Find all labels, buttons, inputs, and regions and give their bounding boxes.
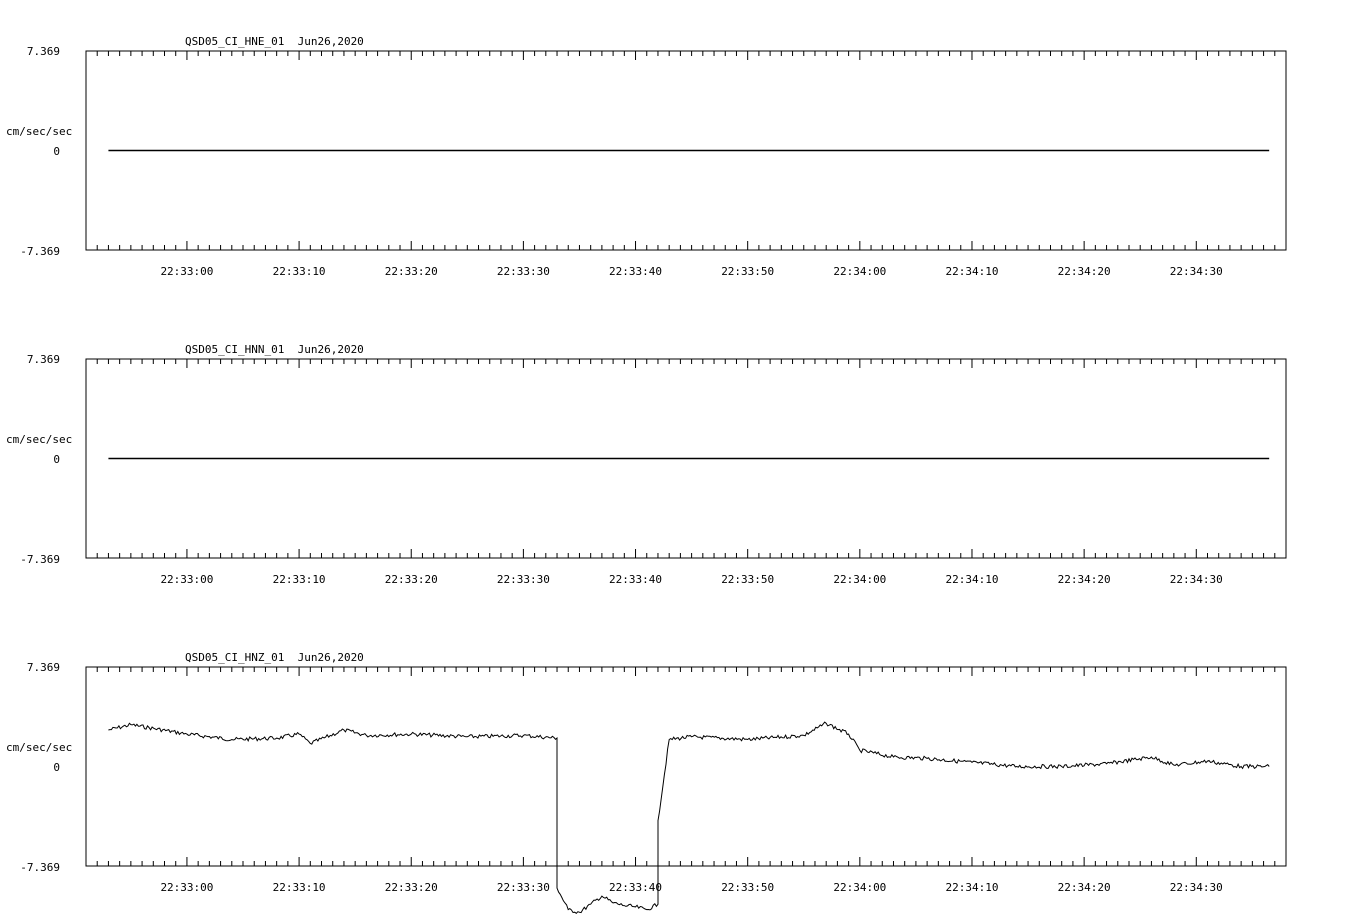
ytick-label-zero: 0 <box>53 145 60 158</box>
x-tick-label: 22:34:30 <box>1170 881 1223 894</box>
ytick-label-top: 7.369 <box>27 45 60 58</box>
x-tick-label: 22:33:30 <box>497 265 550 278</box>
x-tick-label: 22:33:40 <box>609 265 662 278</box>
x-tick-labels: 22:33:00 22:33:10 22:33:20 22:33:30 22:33:40… <box>160 265 1222 278</box>
x-tick-label: 22:34:20 <box>1058 881 1111 894</box>
seismogram-figure: QSD05_CI_HNE_01 Jun26,2020 cm/sec/sec 7.… <box>6 35 1287 914</box>
x-tick-label: 22:33:20 <box>385 881 438 894</box>
x-tick-label: 22:33:00 <box>160 265 213 278</box>
x-tick-label: 22:34:30 <box>1170 265 1223 278</box>
x-tick-label: 22:34:30 <box>1170 573 1223 586</box>
plot-frame <box>85 666 1287 867</box>
chart-title: QSD05_CI_HNE_01 Jun26,2020 <box>185 35 364 48</box>
x-tick-label: 22:33:30 <box>497 881 550 894</box>
y-axis-label: cm/sec/sec <box>6 741 72 754</box>
chart-hnn: QSD05_CI_HNN_01 Jun26,2020 cm/sec/sec 7.… <box>6 343 1287 586</box>
ytick-label-zero: 0 <box>53 761 60 774</box>
x-tick-label: 22:33:50 <box>721 265 774 278</box>
ytick-label-top: 7.369 <box>27 661 60 674</box>
x-tick-label: 22:34:20 <box>1058 573 1111 586</box>
x-tick-labels: 22:33:00 22:33:10 22:33:20 22:33:30 22:33:40… <box>160 881 1222 894</box>
chart-hnz: QSD05_CI_HNZ_01 Jun26,2020 cm/sec/sec 7.… <box>6 651 1287 914</box>
ytick-label-zero: 0 <box>53 453 60 466</box>
x-tick-label: 22:34:00 <box>833 881 886 894</box>
x-tick-label: 22:34:10 <box>945 573 998 586</box>
x-tick-label: 22:33:10 <box>273 881 326 894</box>
chart-title: QSD05_CI_HNN_01 Jun26,2020 <box>185 343 364 356</box>
x-tick-label: 22:34:10 <box>945 881 998 894</box>
ytick-label-bottom: -7.369 <box>20 245 60 258</box>
ytick-label-bottom: -7.369 <box>20 861 60 874</box>
chart-title: QSD05_CI_HNZ_01 Jun26,2020 <box>185 651 364 664</box>
x-tick-label: 22:34:10 <box>945 265 998 278</box>
x-tick-label: 22:33:00 <box>160 881 213 894</box>
x-tick-label: 22:33:20 <box>385 573 438 586</box>
x-tick-label: 22:33:30 <box>497 573 550 586</box>
x-ticks <box>85 667 1287 866</box>
x-tick-labels: 22:33:00 22:33:10 22:33:20 22:33:30 22:33:40… <box>160 573 1222 586</box>
y-axis-label: cm/sec/sec <box>6 433 72 446</box>
x-tick-label: 22:33:40 <box>609 881 662 894</box>
y-axis-label: cm/sec/sec <box>6 125 72 138</box>
ytick-label-bottom: -7.369 <box>20 553 60 566</box>
x-tick-label: 22:33:40 <box>609 573 662 586</box>
chart-hne: QSD05_CI_HNE_01 Jun26,2020 cm/sec/sec 7.… <box>6 35 1287 278</box>
x-tick-label: 22:33:10 <box>273 265 326 278</box>
x-tick-label: 22:33:50 <box>721 573 774 586</box>
x-tick-label: 22:34:00 <box>833 265 886 278</box>
x-tick-label: 22:33:50 <box>721 881 774 894</box>
x-tick-label: 22:34:00 <box>833 573 886 586</box>
ytick-label-top: 7.369 <box>27 353 60 366</box>
x-tick-label: 22:34:20 <box>1058 265 1111 278</box>
x-tick-label: 22:33:00 <box>160 573 213 586</box>
x-tick-label: 22:33:10 <box>273 573 326 586</box>
x-tick-label: 22:33:20 <box>385 265 438 278</box>
